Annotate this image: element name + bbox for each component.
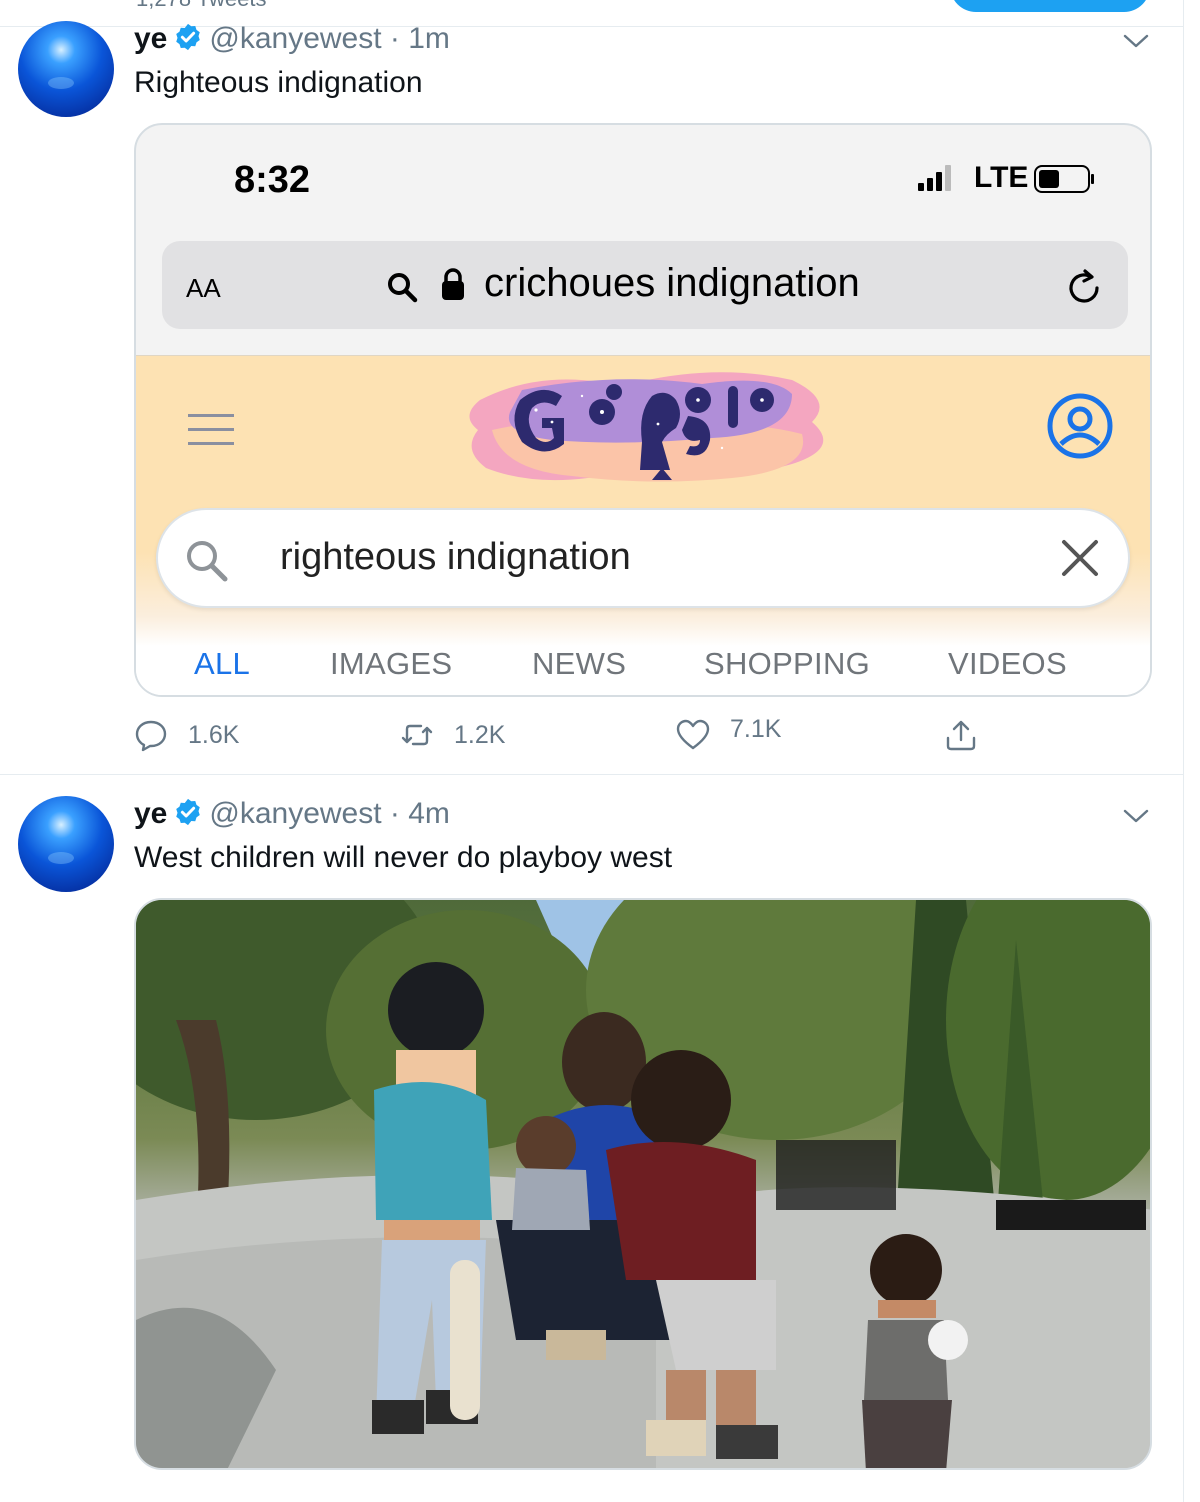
tab-news[interactable]: NEWS xyxy=(532,646,626,682)
tweet-header: ye @kanyewest · 1m xyxy=(134,22,450,55)
tweet-actions xyxy=(0,1488,1184,1502)
handle[interactable]: @kanyewest xyxy=(209,797,381,830)
verified-badge-icon xyxy=(176,23,201,51)
account-icon[interactable] xyxy=(1046,392,1114,460)
search-icon xyxy=(388,273,418,303)
display-name[interactable]: ye xyxy=(134,22,167,55)
status-time: 8:32 xyxy=(234,159,311,201)
search-query: righteous indignation xyxy=(280,536,631,578)
battery-icon xyxy=(1034,165,1094,193)
browser-url-bar[interactable]: AA crichoues indignation xyxy=(162,241,1128,329)
tweet-text: West children will never do playboy west xyxy=(134,841,673,874)
retweet-button[interactable]: 1.2K xyxy=(400,715,505,755)
tab-videos[interactable]: VIDEOS xyxy=(948,646,1067,682)
follow-button[interactable] xyxy=(950,0,1150,12)
close-icon[interactable] xyxy=(1060,538,1100,578)
timestamp[interactable]: 1m xyxy=(408,22,450,55)
handle[interactable]: @kanyewest xyxy=(209,22,381,55)
lock-icon xyxy=(442,268,464,300)
reply-count: 1.6K xyxy=(188,720,240,749)
timestamp[interactable]: 4m xyxy=(408,797,450,830)
reload-icon[interactable] xyxy=(1064,267,1104,307)
tab-all[interactable]: ALL xyxy=(194,646,250,682)
signal-icon xyxy=(918,165,951,191)
tab-shopping[interactable]: SHOPPING xyxy=(704,646,870,682)
google-doodle-logo[interactable] xyxy=(462,360,832,506)
retweet-count: 1.2K xyxy=(454,720,506,749)
menu-icon[interactable] xyxy=(188,414,234,446)
share-icon xyxy=(946,720,976,751)
like-button[interactable]: 7.1K xyxy=(676,715,781,755)
like-count: 7.1K xyxy=(730,714,782,743)
google-tabs: ALL IMAGES NEWS SHOPPING VIDEOS xyxy=(136,646,1150,695)
tweet-photo[interactable] xyxy=(134,898,1152,1470)
embedded-screenshot[interactable]: 8:32 LTE AA crichoues indignation righte… xyxy=(134,123,1152,697)
chevron-down-icon[interactable] xyxy=(1122,806,1150,826)
retweet-icon xyxy=(401,724,433,746)
tweet-count: 1,278 Tweets xyxy=(136,0,266,12)
url-text: crichoues indignation xyxy=(484,261,860,305)
google-page: righteous indignation ALL IMAGES NEWS SH… xyxy=(136,355,1150,695)
like-icon xyxy=(676,719,710,750)
share-button[interactable] xyxy=(944,715,978,755)
tweet-header: ye @kanyewest · 4m xyxy=(134,797,450,830)
avatar[interactable] xyxy=(18,796,114,892)
text-size-button[interactable]: AA xyxy=(186,267,221,306)
reply-icon xyxy=(135,720,167,752)
tweet-text: Righteous indignation xyxy=(134,66,423,99)
tweet-actions: 1.6K 1.2K 7.1K xyxy=(134,715,1034,755)
avatar[interactable] xyxy=(18,21,114,117)
tweet[interactable]: ye @kanyewest · 4m West children will nev… xyxy=(0,776,1184,1502)
family-photo xyxy=(136,900,1150,1468)
search-icon xyxy=(187,541,228,582)
tweet[interactable]: ye @kanyewest · 1m Righteous indignation … xyxy=(0,21,1184,775)
network-label: LTE xyxy=(974,161,1029,194)
reply-button[interactable]: 1.6K xyxy=(134,715,239,755)
chevron-down-icon[interactable] xyxy=(1122,31,1150,51)
verified-badge-icon xyxy=(176,798,201,826)
google-search-box[interactable]: righteous indignation xyxy=(156,508,1130,608)
tab-images[interactable]: IMAGES xyxy=(330,646,452,682)
display-name[interactable]: ye xyxy=(134,797,167,830)
